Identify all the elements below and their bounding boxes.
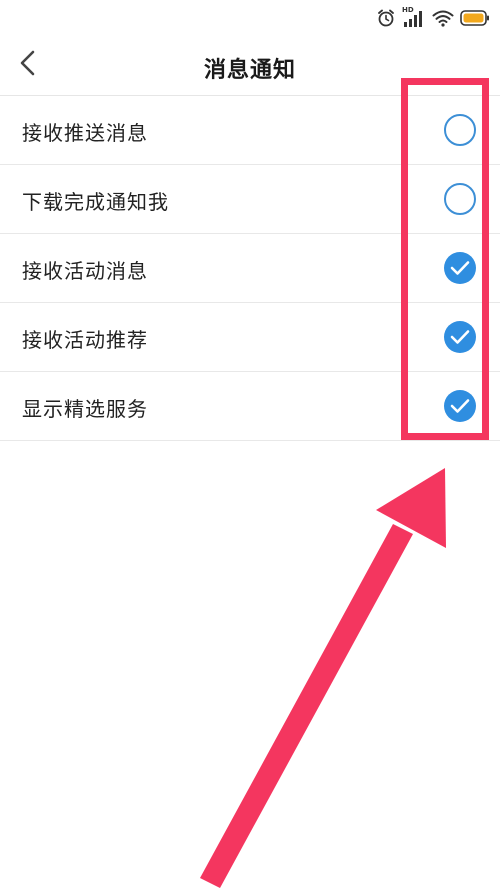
radio-toggle[interactable] bbox=[444, 390, 476, 422]
setting-row-receive-push[interactable]: 接收推送消息 bbox=[0, 96, 500, 165]
setting-row-featured-services[interactable]: 显示精选服务 bbox=[0, 372, 500, 441]
setting-label: 接收活动消息 bbox=[22, 259, 148, 283]
page-title: 消息通知 bbox=[203, 58, 296, 83]
checkmark-icon bbox=[450, 399, 470, 413]
setting-row-activity-recommend[interactable]: 接收活动推荐 bbox=[0, 303, 500, 372]
arrow-shaft bbox=[200, 524, 413, 888]
radio-toggle[interactable] bbox=[444, 183, 476, 215]
title-bar: 消息通知 bbox=[0, 36, 500, 96]
battery-icon bbox=[460, 9, 490, 27]
radio-toggle[interactable] bbox=[444, 114, 476, 146]
setting-row-activity-messages[interactable]: 接收活动消息 bbox=[0, 234, 500, 303]
setting-row-download-notify[interactable]: 下载完成通知我 bbox=[0, 165, 500, 234]
checkmark-icon bbox=[450, 261, 470, 275]
alarm-clock-icon bbox=[376, 8, 396, 28]
status-icons: HD bbox=[376, 6, 490, 29]
arrow-head bbox=[376, 468, 446, 548]
setting-label: 接收推送消息 bbox=[22, 121, 148, 145]
cellular-signal-icon: HD bbox=[402, 6, 426, 28]
setting-label: 下载完成通知我 bbox=[22, 190, 169, 214]
radio-toggle[interactable] bbox=[444, 252, 476, 284]
radio-toggle[interactable] bbox=[444, 321, 476, 353]
wifi-icon bbox=[432, 9, 454, 27]
setting-label: 接收活动推荐 bbox=[22, 328, 148, 352]
checkmark-icon bbox=[450, 330, 470, 344]
setting-label: 显示精选服务 bbox=[22, 397, 148, 421]
settings-list: 接收推送消息 下载完成通知我 接收活动消息 接收活动推荐 显示精选服务 bbox=[0, 96, 500, 441]
status-bar: HD bbox=[0, 0, 500, 36]
